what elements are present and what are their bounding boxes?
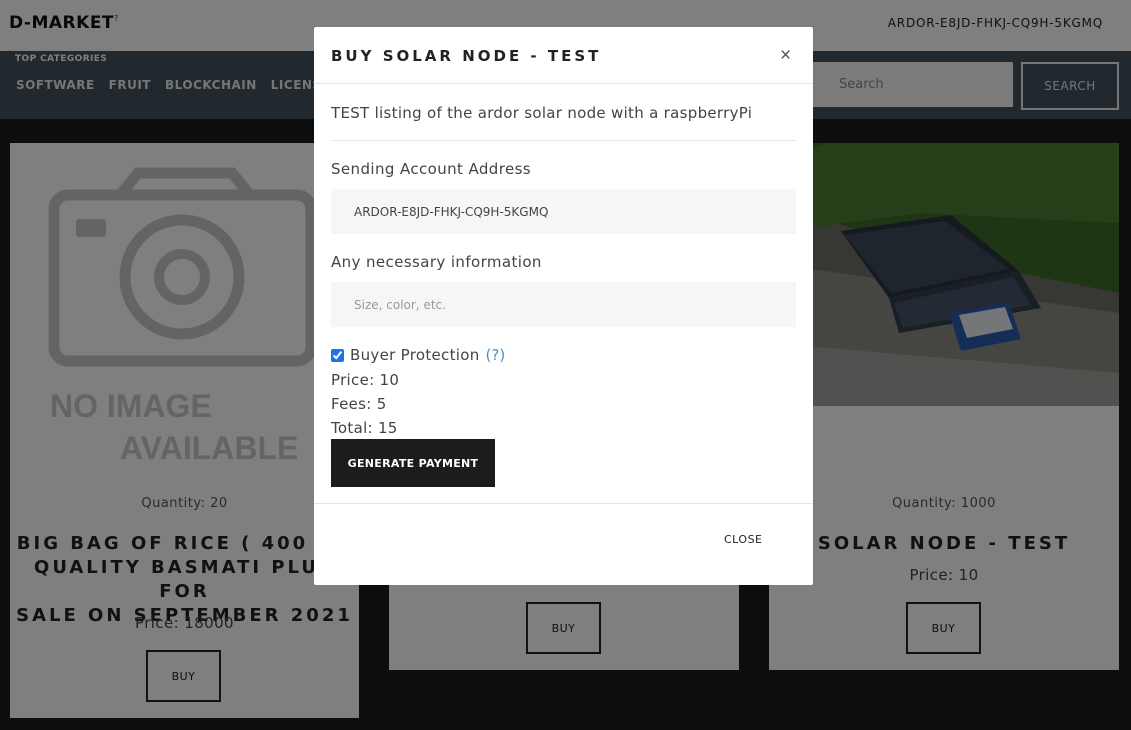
buyer-protection-row: Buyer Protection (?) — [331, 346, 505, 364]
buyer-protection-help-link[interactable]: (?) — [486, 346, 506, 364]
buyer-protection-label[interactable]: Buyer Protection — [350, 346, 480, 364]
sending-account-field[interactable] — [331, 189, 796, 234]
info-field[interactable] — [331, 282, 796, 327]
modal-title: BUY SOLAR NODE - TEST — [331, 47, 602, 65]
listing-description: TEST listing of the ardor solar node wit… — [331, 104, 753, 122]
buy-modal: BUY SOLAR NODE - TEST × TEST listing of … — [314, 27, 813, 585]
price-line: Price: 10 — [331, 371, 400, 389]
total-line: Total: 15 — [331, 419, 398, 437]
description-divider — [331, 140, 796, 141]
modal-footer-divider — [314, 503, 813, 504]
generate-payment-button[interactable]: GENERATE PAYMENT — [331, 439, 495, 487]
info-label: Any necessary information — [331, 253, 542, 271]
buyer-protection-checkbox[interactable] — [331, 348, 344, 362]
fees-line: Fees: 5 — [331, 395, 387, 413]
close-icon[interactable]: × — [780, 45, 791, 67]
modal-header-divider — [314, 83, 813, 84]
close-button[interactable]: CLOSE — [724, 533, 763, 546]
sending-account-label: Sending Account Address — [331, 160, 532, 178]
